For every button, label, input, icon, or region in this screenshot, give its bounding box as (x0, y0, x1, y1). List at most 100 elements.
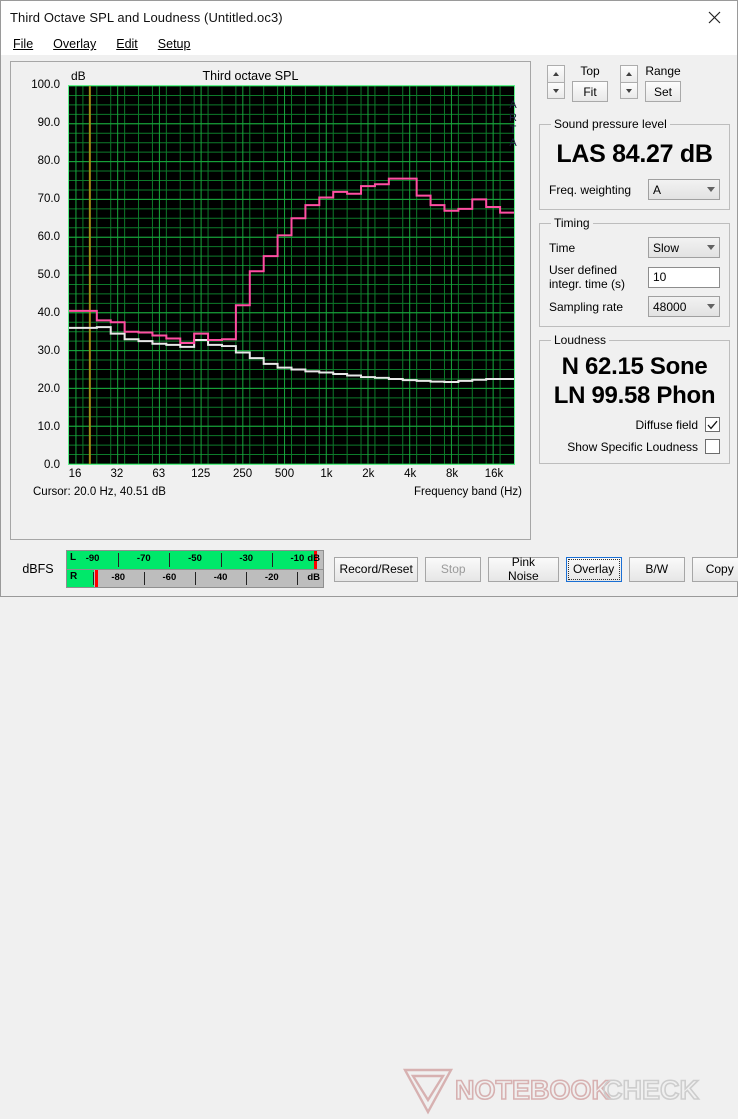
x-tick-label: 4k (404, 468, 417, 480)
time-select[interactable]: Slow (648, 237, 720, 258)
meter-tick-label: -20 (264, 571, 279, 583)
sound-pressure-level-group: Sound pressure level LAS 84.27 dB Freq. … (539, 117, 730, 210)
menu-item-setup-label: Setup (157, 37, 191, 51)
arta-letter-t: T (509, 124, 517, 136)
menu-item-edit[interactable]: Edit (114, 36, 140, 52)
meter-tick-mark (220, 553, 222, 567)
range-control-group: Range Set (620, 64, 682, 102)
window-title: Third Octave SPL and Loudness (Untitled.… (10, 9, 283, 25)
arta-watermark: A R T A (508, 99, 518, 149)
integration-time-label: User defined integr. time (s) (549, 263, 648, 291)
button-b-w[interactable]: B/W (628, 556, 685, 582)
x-tick-label: 500 (274, 468, 295, 480)
graph-panel: dB Third octave SPL 0.0 10.0 20.0 30.0 40.0 5… (10, 61, 531, 540)
diffuse-field-checkbox[interactable] (705, 417, 720, 432)
dbfs-right-channel-label: R (70, 570, 78, 582)
y-axis-tick-labels: 0.0 10.0 20.0 30.0 40.0 50.0 60.0 70.0 80.0 90.0 1… (11, 79, 64, 471)
show-specific-loudness-label: Show Specific Loudness (567, 439, 698, 454)
show-specific-loudness-checkbox[interactable] (705, 439, 720, 454)
meter-tick-label: -60 (162, 571, 177, 583)
menu-item-file-label: File (13, 37, 34, 51)
fit-button[interactable]: Fit (572, 81, 608, 102)
meter-tick-label: -30 (239, 553, 254, 564)
top-spinner[interactable] (547, 65, 565, 99)
freq-weighting-select[interactable]: A (648, 179, 720, 200)
button-overlay[interactable]: Overlay (565, 556, 622, 582)
freq-weighting-value: A (653, 182, 662, 197)
button-pink-noise[interactable]: Pink Noise (488, 555, 559, 583)
top-label: Top (580, 64, 600, 78)
chevron-down-icon (707, 304, 715, 309)
x-tick-label: 16 (68, 468, 82, 480)
plot-area[interactable] (68, 85, 515, 465)
meter-tick-label: -10 (290, 553, 305, 564)
x-tick-label: 8k (446, 468, 459, 480)
y-tick-label: 90.0 (37, 117, 60, 129)
x-tick-label: 250 (233, 468, 253, 480)
integration-time-label-line2: integr. time (s) (549, 277, 626, 291)
meter-tick-label: -90 (85, 553, 100, 564)
range-spinner[interactable] (620, 65, 638, 99)
integration-time-input[interactable]: 10 (648, 266, 720, 288)
loudness-phon-value: LN 99.58 Phon (553, 382, 716, 409)
checkmark-icon (707, 420, 718, 429)
time-value: Slow (653, 240, 680, 255)
menu-item-setup[interactable]: Setup (156, 36, 193, 52)
x-tick-label: 63 (152, 468, 166, 480)
freq-weighting-row: Freq. weighting A (549, 179, 720, 200)
menu-item-overlay[interactable]: Overlay (51, 36, 98, 52)
x-axis-label: Frequency band (Hz) (413, 486, 522, 498)
time-label: Time (549, 240, 576, 255)
y-tick-label: 20.0 (37, 383, 60, 395)
arta-letter-r: R (509, 111, 517, 124)
timing-legend: Timing (554, 216, 590, 230)
dbfs-left-unit-label: dB (307, 553, 320, 564)
diffuse-field-label: Diffuse field (635, 417, 698, 432)
notebookcheck-watermark: NOTEBOOK CHECK (393, 1066, 733, 1116)
close-icon[interactable] (692, 1, 737, 33)
loudness-group: Loudness N 62.15 Sone LN 99.58 Phon Diff… (539, 333, 730, 464)
y-tick-label: 50.0 (37, 269, 60, 281)
top-spinner-up-icon[interactable] (547, 65, 565, 82)
meter-tick-mark (92, 571, 94, 585)
x-tick-label: 1k (320, 468, 333, 480)
dbfs-right-unit-label: dB (307, 571, 320, 583)
diffuse-field-row: Diffuse field (549, 417, 720, 432)
meter-tick-label: -50 (188, 553, 202, 564)
range-label: Range (645, 64, 681, 78)
spl-value: LAS 84.27 dB (556, 140, 713, 168)
meter-tick-mark (143, 571, 145, 585)
chevron-down-icon (707, 245, 715, 250)
bottom-bar: dBFS L dB -90 -70 -50 -30 -10 R dB -80 -60 -40… (1, 542, 738, 1115)
plot-svg (69, 86, 514, 464)
chart-title: Third octave SPL (202, 69, 299, 83)
dbfs-right-peak-marker (95, 569, 99, 587)
dbfs-meter-group: dBFS L dB -90 -70 -50 -30 -10 R dB -80 -60 -40… (10, 550, 324, 588)
menu-bar: File Overlay Edit Setup (1, 33, 737, 55)
application-window: Third Octave SPL and Loudness (Untitled.… (0, 0, 738, 1115)
set-button[interactable]: Set (645, 81, 682, 102)
sampling-rate-select[interactable]: 48000 (648, 296, 720, 317)
dbfs-meter-right-row: R dB -80 -60 -40 -20 (67, 568, 323, 587)
range-spinner-up-icon[interactable] (620, 65, 638, 82)
main-body: dB Third octave SPL 0.0 10.0 20.0 30.0 40.0 5… (1, 55, 737, 542)
y-tick-label: 80.0 (37, 155, 60, 167)
meter-tick-label: -80 (111, 571, 126, 583)
button-copy[interactable]: Copy (691, 556, 738, 582)
meter-tick-mark (246, 571, 248, 585)
menu-item-file[interactable]: File (11, 36, 35, 52)
top-control-group: Top Fit (547, 65, 608, 102)
x-tick-label: 32 (110, 468, 124, 480)
button-record-reset[interactable]: Record/Reset (334, 556, 419, 582)
x-tick-label: 16k (484, 468, 504, 480)
sound-pressure-level-legend: Sound pressure level (554, 117, 667, 131)
top-spinner-down-icon[interactable] (547, 82, 565, 99)
svg-text:NOTEBOOK: NOTEBOOK (455, 1075, 612, 1105)
integration-time-label-line1: User defined (549, 263, 618, 277)
x-axis-tick-labels: 16 32 63 125 250 500 1k 2k 4k 8k 16k (68, 468, 515, 484)
range-spinner-down-icon[interactable] (620, 82, 638, 99)
meter-tick-mark (169, 553, 171, 567)
y-tick-label: 30.0 (37, 345, 60, 357)
button-stop: Stop (425, 556, 482, 582)
dbfs-meter[interactable]: L dB -90 -70 -50 -30 -10 R dB -80 -60 -40 -20 (66, 550, 324, 588)
